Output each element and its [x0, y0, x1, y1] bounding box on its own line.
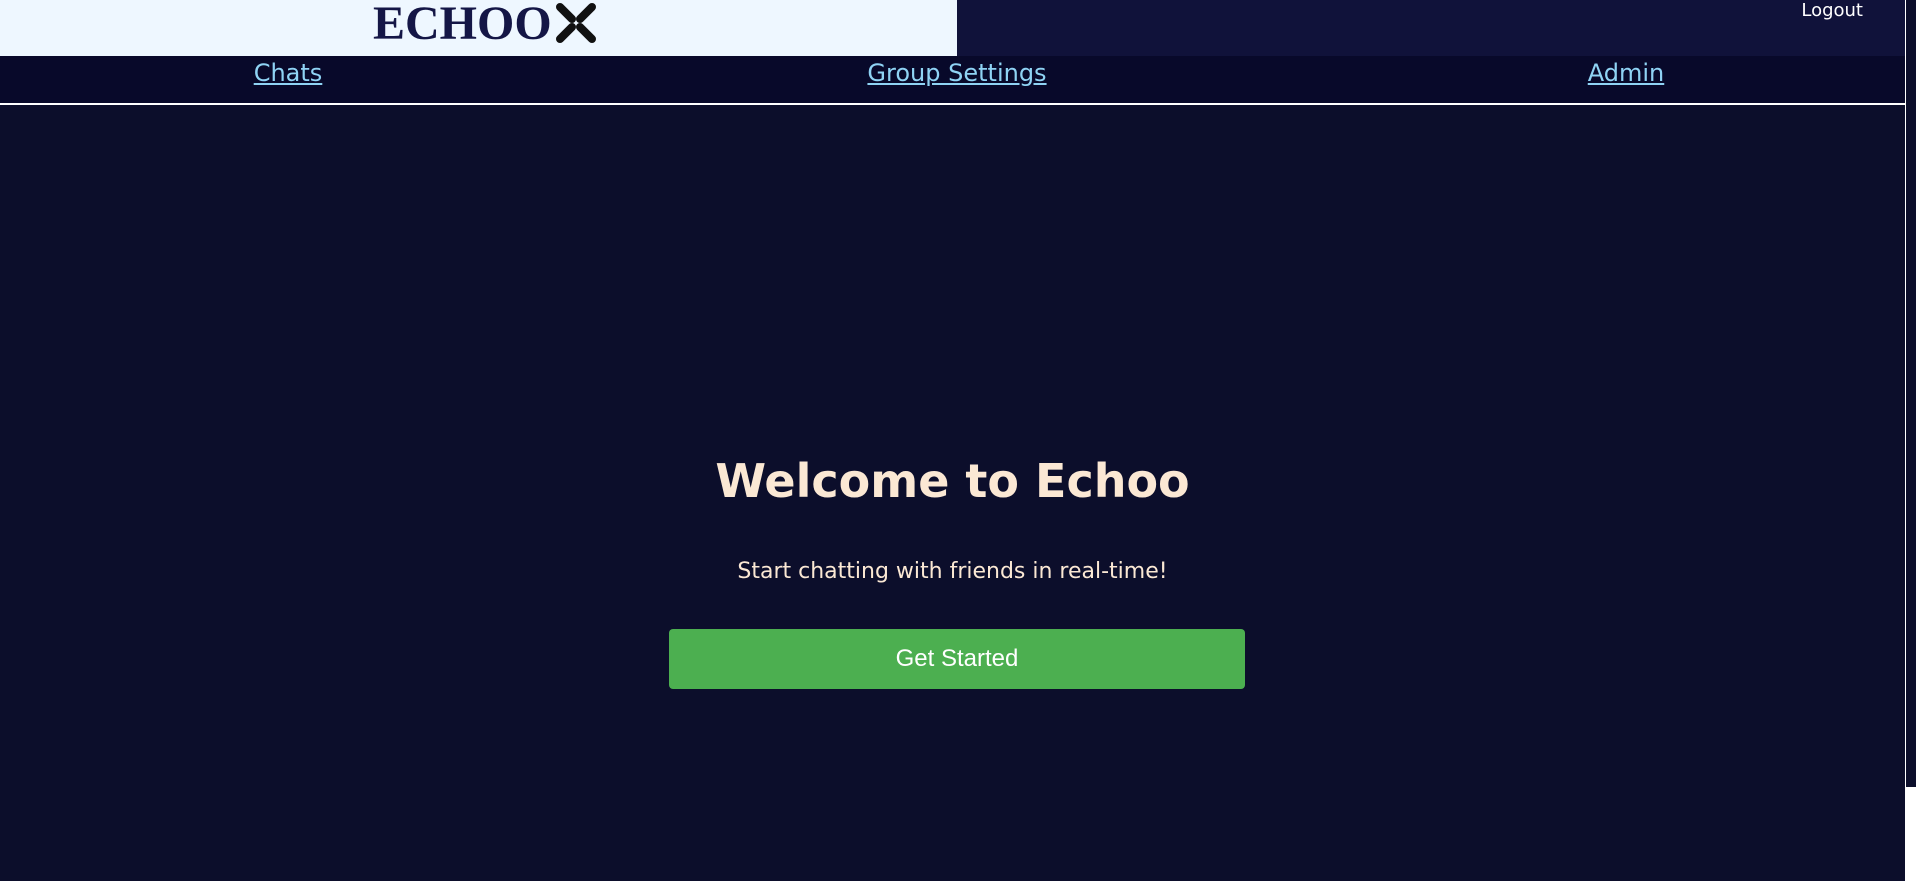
app-root: ECHOO Logout Chats Group Settings Admin …	[0, 0, 1905, 881]
nav-link-admin[interactable]: Admin	[1588, 59, 1665, 87]
hero-subtitle: Start chatting with friends in real-time…	[737, 559, 1168, 584]
nav-link-group-settings[interactable]: Group Settings	[867, 59, 1046, 87]
logo[interactable]: ECHOO	[373, 0, 596, 50]
logout-link[interactable]: Logout	[1801, 0, 1863, 21]
scrollbar-thumb[interactable]	[1906, 0, 1916, 787]
logo-text: ECHOO	[373, 0, 552, 50]
echoo-x-mark-icon	[555, 3, 596, 43]
hero-section: Welcome to Echoo Start chatting with fri…	[0, 445, 1905, 584]
nav-link-chats[interactable]: Chats	[254, 59, 323, 87]
header: ECHOO Logout	[0, 0, 1905, 56]
hero-title: Welcome to Echoo	[715, 454, 1190, 508]
get-started-button[interactable]: Get Started	[669, 629, 1245, 689]
logo-panel: ECHOO	[0, 0, 957, 56]
main-nav: Chats Group Settings Admin	[0, 56, 1905, 105]
